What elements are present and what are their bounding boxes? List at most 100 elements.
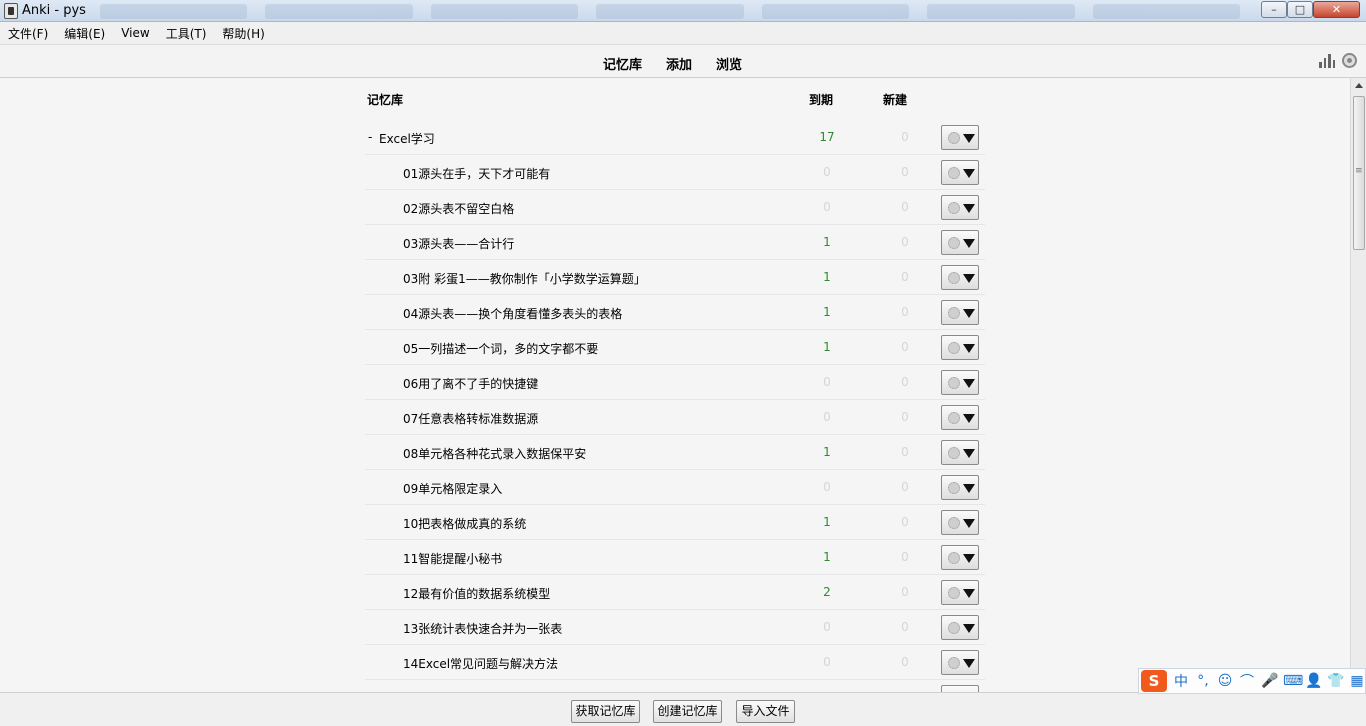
deck-name[interactable]: 14Excel常见问题与解决方法 [403, 655, 558, 672]
deck-row[interactable]: 07任意表格转标准数据源 0 0 [365, 400, 985, 435]
deck-row[interactable]: 11智能提醒小秘书 1 0 [365, 540, 985, 575]
close-button[interactable]: ✕ [1313, 1, 1360, 18]
deck-options-button[interactable] [941, 580, 979, 605]
deck-row[interactable]: 03附 彩蛋1——教你制作「小学数学运算题」 1 0 [365, 260, 985, 295]
due-count: 17 [819, 130, 835, 144]
gear-icon [948, 517, 960, 529]
gear-icon [948, 587, 960, 599]
nav-decks[interactable]: 记忆库 [603, 54, 642, 73]
deck-options-button[interactable] [941, 160, 979, 185]
gear-icon [948, 412, 960, 424]
menu-help[interactable]: 帮助(H) [222, 25, 264, 42]
deck-name[interactable]: 03附 彩蛋1——教你制作「小学数学运算题」 [403, 270, 646, 287]
microphone-icon[interactable]: 🎤 [1261, 673, 1278, 689]
deck-options-button[interactable] [941, 685, 979, 692]
deck-options-button[interactable] [941, 440, 979, 465]
deck-options-button[interactable] [941, 405, 979, 430]
dropdown-arrow-icon [963, 274, 975, 283]
gear-icon [948, 447, 960, 459]
scrollbar-thumb[interactable] [1353, 96, 1365, 250]
deck-row[interactable]: 10把表格做成真的系统 1 0 [365, 505, 985, 540]
deck-options-button[interactable] [941, 510, 979, 535]
deck-row[interactable]: 05一列描述一个词，多的文字都不要 1 0 [365, 330, 985, 365]
deck-row[interactable] [365, 680, 985, 692]
new-count: 0 [901, 410, 909, 424]
grid-menu-icon[interactable]: ▦ [1349, 673, 1365, 689]
deck-name[interactable]: 07任意表格转标准数据源 [403, 410, 538, 427]
deck-name[interactable]: 09单元格限定录入 [403, 480, 502, 497]
deck-row[interactable]: 08单元格各种花式录入数据保平安 1 0 [365, 435, 985, 470]
deck-row[interactable]: 13张统计表快速合并为一张表 0 0 [365, 610, 985, 645]
due-count: 1 [823, 445, 831, 459]
deck-name[interactable]: 02源头表不留空白格 [403, 200, 514, 217]
user-icon[interactable]: 👤 [1305, 673, 1322, 689]
dropdown-arrow-icon [963, 169, 975, 178]
sync-icon[interactable] [1342, 53, 1357, 68]
vertical-scrollbar[interactable] [1350, 78, 1366, 692]
scroll-up-arrow-icon[interactable] [1355, 83, 1363, 88]
emoji-icon[interactable]: ☺ [1217, 673, 1233, 689]
dropdown-arrow-icon [963, 309, 975, 318]
deck-name[interactable]: 08单元格各种花式录入数据保平安 [403, 445, 586, 462]
deck-options-button[interactable] [941, 230, 979, 255]
ime-punct-toggle[interactable]: °, [1195, 673, 1211, 689]
deck-row[interactable]: 04源头表——换个角度看懂多表头的表格 1 0 [365, 295, 985, 330]
maximize-button[interactable]: □ [1287, 1, 1313, 18]
bar-chart-icon[interactable] [1319, 54, 1335, 68]
keyboard-icon[interactable]: ⌨ [1283, 673, 1303, 689]
menu-tools[interactable]: 工具(T) [166, 25, 207, 42]
get-shared-button[interactable]: 获取记忆库 [571, 700, 640, 723]
dropdown-arrow-icon [963, 484, 975, 493]
deck-row[interactable]: 09单元格限定录入 0 0 [365, 470, 985, 505]
deck-table: 记忆库 到期 新建 - Excel学习 17 0 01源头在手，天下才可能有 0 0… [365, 78, 985, 692]
gear-icon [948, 307, 960, 319]
deck-options-button[interactable] [941, 195, 979, 220]
new-count: 0 [901, 235, 909, 249]
deck-name[interactable]: 05一列描述一个词，多的文字都不要 [403, 340, 598, 357]
create-deck-button[interactable]: 创建记忆库 [653, 700, 722, 723]
deck-options-button[interactable] [941, 650, 979, 675]
deck-options-button[interactable] [941, 615, 979, 640]
minimize-button[interactable]: – [1261, 1, 1287, 18]
deck-options-button[interactable] [941, 300, 979, 325]
deck-table-header: 记忆库 到期 新建 [365, 78, 985, 120]
nav-browse[interactable]: 浏览 [716, 54, 742, 73]
deck-row[interactable]: 12最有价值的数据系统模型 2 0 [365, 575, 985, 610]
deck-name[interactable]: 12最有价值的数据系统模型 [403, 585, 550, 602]
deck-row[interactable]: 02源头表不留空白格 0 0 [365, 190, 985, 225]
menu-edit[interactable]: 编辑(E) [64, 25, 105, 42]
deck-options-button[interactable] [941, 125, 979, 150]
deck-options-button[interactable] [941, 545, 979, 570]
dropdown-arrow-icon [963, 554, 975, 563]
collapse-toggle[interactable]: - [368, 130, 372, 144]
deck-options-button[interactable] [941, 475, 979, 500]
deck-name[interactable]: 11智能提醒小秘书 [403, 550, 502, 567]
new-count: 0 [901, 480, 909, 494]
deck-name[interactable]: 13张统计表快速合并为一张表 [403, 620, 562, 637]
sogou-logo-icon[interactable]: S [1141, 670, 1167, 692]
deck-row[interactable]: 03源头表——合计行 1 0 [365, 225, 985, 260]
deck-options-button[interactable] [941, 370, 979, 395]
nav-add[interactable]: 添加 [666, 54, 692, 73]
gear-icon [948, 237, 960, 249]
deck-name[interactable]: 04源头表——换个角度看懂多表头的表格 [403, 305, 622, 322]
deck-row-parent[interactable]: - Excel学习 17 0 [365, 120, 985, 155]
due-count: 0 [823, 655, 831, 669]
deck-name[interactable]: 10把表格做成真的系统 [403, 515, 526, 532]
deck-options-button[interactable] [941, 335, 979, 360]
deck-row[interactable]: 06用了离不了手的快捷键 0 0 [365, 365, 985, 400]
dropdown-arrow-icon [963, 239, 975, 248]
skin-icon[interactable]: 👕 [1327, 673, 1344, 689]
import-file-button[interactable]: 导入文件 [736, 700, 795, 723]
deck-options-button[interactable] [941, 265, 979, 290]
symbol-icon[interactable]: ⌒ [1239, 671, 1255, 691]
deck-row[interactable]: 01源头在手，天下才可能有 0 0 [365, 155, 985, 190]
ime-mode-toggle[interactable]: 中 [1173, 671, 1189, 691]
deck-name[interactable]: 03源头表——合计行 [403, 235, 514, 252]
deck-name[interactable]: Excel学习 [379, 130, 435, 147]
deck-name[interactable]: 06用了离不了手的快捷键 [403, 375, 538, 392]
menu-file[interactable]: 文件(F) [8, 25, 48, 42]
deck-row[interactable]: 14Excel常见问题与解决方法 0 0 [365, 645, 985, 680]
menu-view[interactable]: View [121, 26, 149, 40]
deck-name[interactable]: 01源头在手，天下才可能有 [403, 165, 550, 182]
